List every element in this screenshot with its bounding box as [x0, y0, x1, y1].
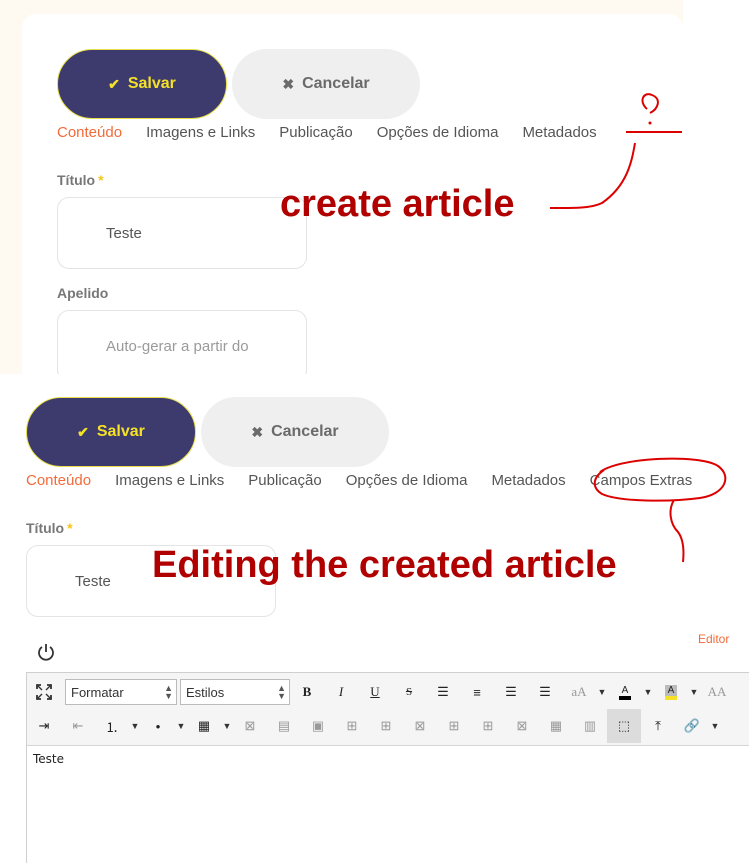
power-icon[interactable] — [36, 642, 56, 662]
save-button[interactable]: ✔ Salvar — [57, 49, 227, 119]
table-insert-row-before-icon[interactable]: ⊞ — [335, 709, 369, 743]
cancel-button[interactable]: ✖ Cancelar — [232, 49, 420, 119]
tab-conteudo[interactable]: Conteúdo — [57, 124, 122, 141]
align-left-icon[interactable]: ☰ — [494, 675, 528, 709]
chevron-down-icon[interactable]: ▼ — [596, 687, 608, 697]
editor-content[interactable]: Teste — [33, 752, 64, 766]
chevron-down-icon[interactable]: ▼ — [129, 721, 141, 731]
tab-publicacao[interactable]: Publicação — [248, 472, 321, 489]
outdent-icon[interactable]: ⇤ — [61, 709, 95, 743]
chevron-down-icon[interactable]: ▼ — [642, 687, 654, 697]
font-size-icon[interactable]: aA — [562, 675, 596, 709]
indent-icon[interactable]: ⇥ — [27, 709, 61, 743]
annotation-create-article: create article — [280, 183, 515, 225]
italic-icon[interactable]: I — [324, 675, 358, 709]
chevron-down-icon[interactable]: ▼ — [688, 687, 700, 697]
x-icon: ✖ — [282, 75, 295, 92]
format-select[interactable]: Formatar ▲ ▼ — [65, 679, 177, 705]
annotation-editing-article: Editing the created article — [152, 544, 617, 586]
table-insert-col-after-icon[interactable]: ⊞ — [471, 709, 505, 743]
cancel-label: Cancelar — [302, 75, 370, 92]
clear-format-icon[interactable]: AA — [700, 675, 734, 709]
annotation-scribble-top — [549, 93, 682, 210]
table-insert-col-before-icon[interactable]: ⊞ — [437, 709, 471, 743]
tab-conteudo[interactable]: Conteúdo — [26, 472, 91, 489]
tab-opcoes-idioma[interactable]: Opções de Idioma — [377, 124, 499, 141]
align-right-icon[interactable]: ☰ — [528, 675, 562, 709]
table-cell-icon[interactable]: ▥ — [573, 709, 607, 743]
align-justify-icon[interactable]: ☰ — [426, 675, 460, 709]
save-button-2[interactable]: ✔ Salvar — [26, 397, 196, 467]
table-icon[interactable]: ▦ — [187, 709, 221, 743]
bold-icon[interactable]: B — [290, 675, 324, 709]
editor-toggle-label[interactable]: Editor — [698, 632, 729, 646]
table-row-icon[interactable]: ▤ — [267, 709, 301, 743]
check-icon: ✔ — [77, 423, 89, 440]
x-icon: ✖ — [251, 423, 264, 440]
top-bottom-mask — [0, 374, 749, 384]
table-merge-icon[interactable]: ▣ — [301, 709, 335, 743]
underline-icon[interactable]: U — [358, 675, 392, 709]
tab-imagens-links[interactable]: Imagens e Links — [115, 472, 224, 489]
editor-toolbar: Formatar ▲ ▼ Estilos ▲ ▼ B I U S ☰ ≡ ☰ ☰ aA ▼… — [27, 673, 749, 746]
alias-label: Apelido — [57, 285, 109, 301]
cancel-label: Cancelar — [271, 423, 339, 440]
toolbar-row-1: Formatar ▲ ▼ Estilos ▲ ▼ B I U S ☰ ≡ ☰ ☰ aA ▼… — [27, 673, 749, 709]
table-delete-row-icon[interactable]: ⊠ — [403, 709, 437, 743]
highlight-color-icon[interactable]: A — [654, 675, 688, 709]
upload-icon[interactable]: ⤒ — [641, 709, 675, 743]
visual-aid-icon[interactable]: ⬚ — [607, 709, 641, 743]
check-icon: ✔ — [108, 75, 120, 92]
tab-publicacao[interactable]: Publicação — [279, 124, 352, 141]
alias-input[interactable]: Auto-gerar a partir do — [57, 310, 307, 382]
toolbar-row-2: ⇥ ⇤ ⒈ ▼ • ▼ ▦ ▼ ⊠ ▤ ▣ ⊞ ⊞ ⊠ ⊞ ⊞ ⊠ ▦ ▥ ⬚ ⤒ 🔗… — [27, 709, 749, 743]
tab-imagens-links[interactable]: Imagens e Links — [146, 124, 255, 141]
tab-metadados[interactable]: Metadados — [491, 472, 565, 489]
top-tab-bar: Conteúdo Imagens e Links Publicação Opçõ… — [57, 124, 621, 141]
chevron-down-icon[interactable]: ▼ — [221, 721, 233, 731]
title-label: Título * — [57, 172, 104, 188]
link-icon[interactable]: 🔗 — [675, 709, 709, 743]
save-label: Salvar — [96, 423, 145, 440]
title-input[interactable]: Teste — [57, 197, 307, 269]
tab-opcoes-idioma[interactable]: Opções de Idioma — [346, 472, 468, 489]
title-label-2: Título * — [26, 520, 73, 536]
fullscreen-icon[interactable] — [27, 675, 61, 709]
save-label: Salvar — [127, 75, 176, 92]
styles-select[interactable]: Estilos ▲ ▼ — [180, 679, 290, 705]
strikethrough-icon[interactable]: S — [392, 675, 426, 709]
annotation-question-mark: ? — [647, 90, 648, 91]
cancel-button-2[interactable]: ✖ Cancelar — [201, 397, 389, 467]
bullet-list-icon[interactable]: • — [141, 709, 175, 743]
table-delete-icon[interactable]: ⊠ — [233, 709, 267, 743]
align-center-icon[interactable]: ≡ — [460, 675, 494, 709]
table-insert-row-after-icon[interactable]: ⊞ — [369, 709, 403, 743]
chevron-down-icon[interactable]: ▼ — [175, 721, 187, 731]
table-delete-col-icon[interactable]: ⊠ — [505, 709, 539, 743]
chevron-down-icon[interactable]: ▼ — [709, 721, 721, 731]
text-color-icon[interactable]: A — [608, 675, 642, 709]
table-split-icon[interactable]: ▦ — [539, 709, 573, 743]
numbered-list-icon[interactable]: ⒈ — [95, 709, 129, 743]
